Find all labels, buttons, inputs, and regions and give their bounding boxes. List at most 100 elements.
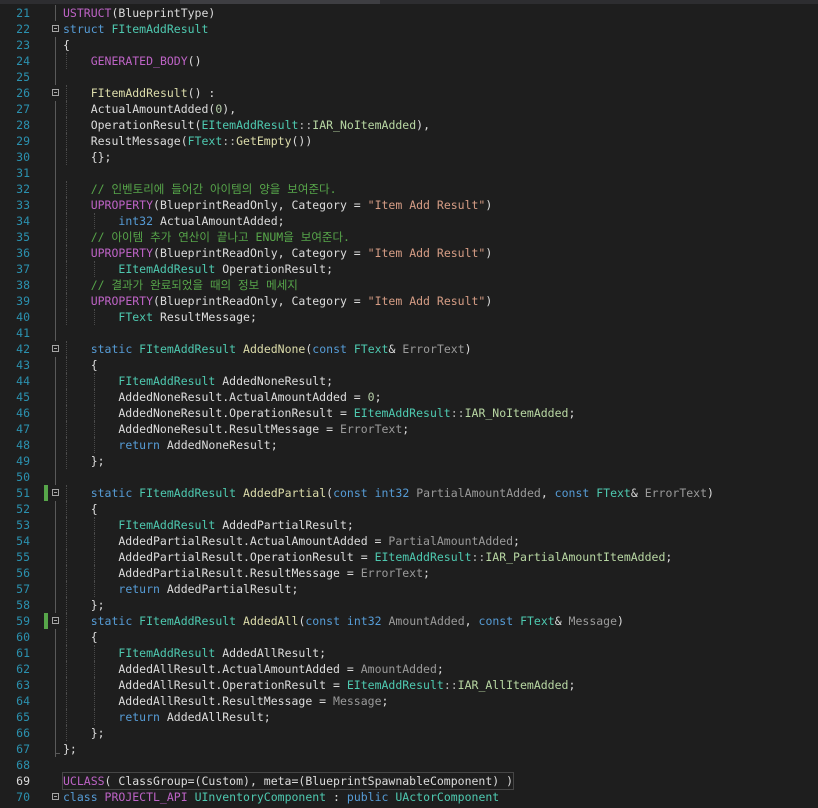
code-text[interactable]: GENERATED_BODY()	[63, 53, 202, 69]
code-line[interactable]: 35 // 아이템 추가 연산이 끝나고 ENUM을 보여준다.	[0, 229, 818, 245]
code-text[interactable]: ResultMessage(FText::GetEmpty())	[63, 133, 313, 149]
code-text[interactable]: class PROJECTL_API UInventoryComponent :…	[63, 789, 499, 805]
code-line[interactable]: 25	[0, 69, 818, 85]
code-text[interactable]: {	[63, 357, 98, 373]
collapse-icon[interactable]	[52, 89, 59, 96]
code-line[interactable]: 70 class PROJECTL_API UInventoryComponent…	[0, 789, 818, 805]
code-text[interactable]: };	[63, 741, 77, 757]
collapse-icon[interactable]	[52, 25, 59, 32]
code-text[interactable]: FItemAddResult AddedNoneResult;	[63, 373, 333, 389]
code-line[interactable]: 52 {	[0, 501, 818, 517]
code-text[interactable]: FItemAddResult AddedAllResult;	[63, 645, 326, 661]
code-text[interactable]: UPROPERTY(BlueprintReadOnly, Category = …	[63, 293, 493, 309]
code-line[interactable]: 62 AddedAllResult.ActualAmountAdded = Am…	[0, 661, 818, 677]
code-text[interactable]: {};	[63, 149, 112, 165]
code-line[interactable]: 33 UPROPERTY(BlueprintReadOnly, Category…	[0, 197, 818, 213]
code-text[interactable]: };	[63, 597, 105, 613]
code-text[interactable]: // 아이템 추가 연산이 끝나고 ENUM을 보여준다.	[63, 229, 350, 245]
code-line[interactable]: 66 };	[0, 725, 818, 741]
code-line[interactable]: 54 AddedPartialResult.ActualAmountAdded …	[0, 533, 818, 549]
code-line[interactable]: 55 AddedPartialResult.OperationResult = …	[0, 549, 818, 565]
code-line[interactable]: 32 // 인벤토리에 들어간 아이템의 양을 보여준다.	[0, 181, 818, 197]
code-editor[interactable]: 21 USTRUCT(BlueprintType) 22 struct FItemAd…	[0, 0, 818, 808]
code-text[interactable]: UPROPERTY(BlueprintReadOnly, Category = …	[63, 197, 493, 213]
code-text[interactable]: FItemAddResult() :	[63, 85, 216, 101]
code-line[interactable]: 65 return AddedAllResult;	[0, 709, 818, 725]
code-text[interactable]: AddedNoneResult.OperationResult = EItemA…	[63, 405, 575, 421]
code-line[interactable]: 58 };	[0, 597, 818, 613]
code-line[interactable]: 36 UPROPERTY(BlueprintReadOnly, Category…	[0, 245, 818, 261]
code-line[interactable]: 46 AddedNoneResult.OperationResult = EIt…	[0, 405, 818, 421]
code-line[interactable]: 27 ActualAmountAdded(0),	[0, 101, 818, 117]
collapse-icon[interactable]	[52, 617, 59, 624]
code-line[interactable]: 31	[0, 165, 818, 181]
code-line[interactable]: 50	[0, 469, 818, 485]
code-text[interactable]: struct FItemAddResult	[63, 21, 208, 37]
code-text[interactable]: OperationResult(EItemAddResult::IAR_NoIt…	[63, 117, 430, 133]
code-line[interactable]: 37 EItemAddResult OperationResult;	[0, 261, 818, 277]
code-line[interactable]: 59 static FItemAddResult AddedAll(const …	[0, 613, 818, 629]
code-line[interactable]: 23 {	[0, 37, 818, 53]
collapse-icon[interactable]	[52, 793, 59, 800]
code-text[interactable]: {	[63, 501, 98, 517]
code-line[interactable]: 41	[0, 325, 818, 341]
code-text[interactable]: USTRUCT(BlueprintType)	[63, 5, 215, 21]
code-line[interactable]: 48 return AddedNoneResult;	[0, 437, 818, 453]
code-text[interactable]: AddedPartialResult.OperationResult = EIt…	[63, 549, 672, 565]
code-line[interactable]: 60 {	[0, 629, 818, 645]
code-text[interactable]: // 인벤토리에 들어간 아이템의 양을 보여준다.	[63, 181, 337, 197]
collapse-icon[interactable]	[52, 489, 59, 496]
code-text[interactable]: {	[63, 37, 70, 53]
code-line[interactable]: 44 FItemAddResult AddedNoneResult;	[0, 373, 818, 389]
code-line[interactable]: 61 FItemAddResult AddedAllResult;	[0, 645, 818, 661]
code-line[interactable]: 67};	[0, 741, 818, 757]
code-text[interactable]: FItemAddResult AddedPartialResult;	[63, 517, 353, 533]
code-line[interactable]: 45 AddedNoneResult.ActualAmountAdded = 0…	[0, 389, 818, 405]
code-line[interactable]: 69 UCLASS( ClassGroup=(Custom), meta=(Blu…	[0, 772, 818, 790]
code-line[interactable]: 42 static FItemAddResult AddedNone(const…	[0, 341, 818, 357]
code-text[interactable]: static FItemAddResult AddedAll(const int…	[63, 613, 624, 629]
code-text[interactable]: return AddedNoneResult;	[63, 437, 277, 453]
code-text[interactable]: AddedNoneResult.ActualAmountAdded = 0;	[63, 389, 381, 405]
code-line[interactable]: 63 AddedAllResult.OperationResult = EIte…	[0, 677, 818, 693]
code-lines[interactable]: 21 USTRUCT(BlueprintType) 22 struct FItemAd…	[0, 5, 818, 805]
code-text[interactable]: AddedAllResult.OperationResult = EItemAd…	[63, 677, 575, 693]
code-text[interactable]: AddedAllResult.ResultMessage = Message;	[63, 693, 388, 709]
code-line[interactable]: 29 ResultMessage(FText::GetEmpty())	[0, 133, 818, 149]
code-line[interactable]: 21 USTRUCT(BlueprintType)	[0, 5, 818, 21]
code-text[interactable]: ActualAmountAdded(0),	[63, 101, 236, 117]
code-line[interactable]: 49 };	[0, 453, 818, 469]
code-line[interactable]: 38 // 결과가 완료되었을 때의 정보 메세지	[0, 277, 818, 293]
code-line[interactable]: 47 AddedNoneResult.ResultMessage = Error…	[0, 421, 818, 437]
code-text[interactable]: FText ResultMessage;	[63, 309, 256, 325]
code-text[interactable]: static FItemAddResult AddedPartial(const…	[63, 485, 714, 501]
code-text[interactable]: UCLASS( ClassGroup=(Custom), meta=(Bluep…	[61, 772, 515, 790]
code-line[interactable]: 43 {	[0, 357, 818, 373]
code-line[interactable]: 34 int32 ActualAmountAdded;	[0, 213, 818, 229]
code-text[interactable]: {	[63, 629, 98, 645]
code-text[interactable]: return AddedAllResult;	[63, 709, 270, 725]
code-line[interactable]: 39 UPROPERTY(BlueprintReadOnly, Category…	[0, 293, 818, 309]
code-text[interactable]: AddedPartialResult.ActualAmountAdded = P…	[63, 533, 520, 549]
active-tab-edge[interactable]	[180, 0, 380, 4]
code-text[interactable]: int32 ActualAmountAdded;	[63, 213, 284, 229]
code-line[interactable]: 53 FItemAddResult AddedPartialResult;	[0, 517, 818, 533]
code-text[interactable]: static FItemAddResult AddedNone(const FT…	[63, 341, 472, 357]
code-line[interactable]: 24 GENERATED_BODY()	[0, 53, 818, 69]
code-line[interactable]: 56 AddedPartialResult.ResultMessage = Er…	[0, 565, 818, 581]
code-line[interactable]: 51 static FItemAddResult AddedPartial(co…	[0, 485, 818, 501]
code-text[interactable]: EItemAddResult OperationResult;	[63, 261, 333, 277]
code-line[interactable]: 26 FItemAddResult() :	[0, 85, 818, 101]
code-text[interactable]: return AddedPartialResult;	[63, 581, 298, 597]
code-text[interactable]: AddedNoneResult.ResultMessage = ErrorTex…	[63, 421, 409, 437]
code-text[interactable]: };	[63, 725, 105, 741]
code-line[interactable]: 64 AddedAllResult.ResultMessage = Messag…	[0, 693, 818, 709]
code-text[interactable]: AddedPartialResult.ResultMessage = Error…	[63, 565, 430, 581]
code-line[interactable]: 68	[0, 757, 818, 773]
code-line[interactable]: 22 struct FItemAddResult	[0, 21, 818, 37]
code-text[interactable]: // 결과가 완료되었을 때의 정보 메세지	[63, 277, 298, 293]
code-text[interactable]: UPROPERTY(BlueprintReadOnly, Category = …	[63, 245, 493, 261]
collapse-icon[interactable]	[52, 345, 59, 352]
code-line[interactable]: 28 OperationResult(EItemAddResult::IAR_N…	[0, 117, 818, 133]
code-line[interactable]: 57 return AddedPartialResult;	[0, 581, 818, 597]
